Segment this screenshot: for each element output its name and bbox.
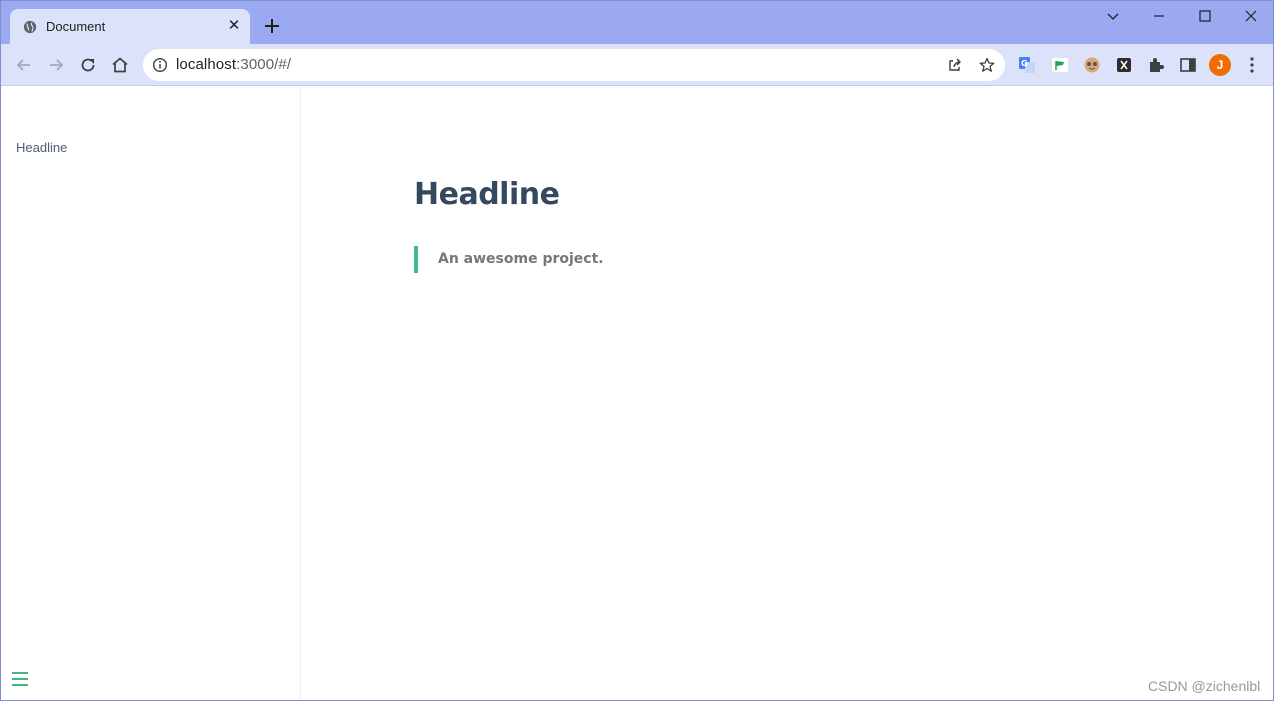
- forward-arrow-icon[interactable]: [46, 55, 66, 75]
- bookmark-star-icon[interactable]: [979, 57, 995, 73]
- browser-window: Document ✕ localhost:3000/#/ G J Headlin…: [0, 0, 1274, 701]
- tab-document[interactable]: Document ✕: [10, 9, 250, 44]
- site-info-icon[interactable]: [152, 57, 168, 73]
- watermark: CSDN @zichenlbl: [1148, 678, 1261, 694]
- minimize-icon[interactable]: [1146, 5, 1172, 27]
- side-panel-icon[interactable]: [1179, 56, 1197, 74]
- browser-toolbar: localhost:3000/#/ G J: [1, 44, 1273, 86]
- page-title: Headline: [414, 177, 560, 212]
- more-menu-icon[interactable]: [1244, 56, 1260, 74]
- svg-text:G: G: [1021, 59, 1028, 68]
- sidebar: Headline: [1, 87, 301, 700]
- profile-avatar[interactable]: J: [1209, 54, 1231, 76]
- page-viewport: Headline Headline An awesome project. CS…: [1, 87, 1273, 700]
- translate-extension-icon[interactable]: G: [1018, 56, 1036, 74]
- address-bar[interactable]: localhost:3000/#/: [143, 49, 1005, 81]
- tab-title: Document: [46, 19, 106, 34]
- tab-search-icon[interactable]: [1100, 5, 1126, 27]
- puzzle-icon[interactable]: [1147, 56, 1165, 74]
- menu-toggle-icon[interactable]: [11, 671, 29, 687]
- x-extension-icon[interactable]: [1115, 56, 1133, 74]
- tab-close-icon[interactable]: ✕: [226, 18, 242, 34]
- main-content: Headline An awesome project.: [302, 87, 1273, 700]
- home-icon[interactable]: [110, 55, 130, 75]
- maximize-icon[interactable]: [1192, 5, 1218, 27]
- back-arrow-icon[interactable]: [14, 55, 34, 75]
- tab-strip: Document ✕: [1, 1, 1273, 44]
- window-close-icon[interactable]: [1238, 5, 1264, 27]
- blockquote-text: An awesome project.: [438, 251, 604, 267]
- new-tab-icon[interactable]: [262, 16, 282, 36]
- url-path: :3000/#/: [236, 56, 292, 73]
- url-host: localhost: [176, 56, 237, 73]
- reload-icon[interactable]: [78, 55, 98, 75]
- green-flag-extension-icon[interactable]: [1051, 56, 1069, 74]
- share-icon[interactable]: [947, 57, 963, 73]
- blockquote: An awesome project.: [414, 246, 604, 273]
- url-text[interactable]: localhost:3000/#/: [176, 56, 291, 73]
- globe-icon: [23, 20, 37, 34]
- cat-extension-icon[interactable]: [1083, 56, 1101, 74]
- sidebar-item-headline[interactable]: Headline: [16, 140, 67, 155]
